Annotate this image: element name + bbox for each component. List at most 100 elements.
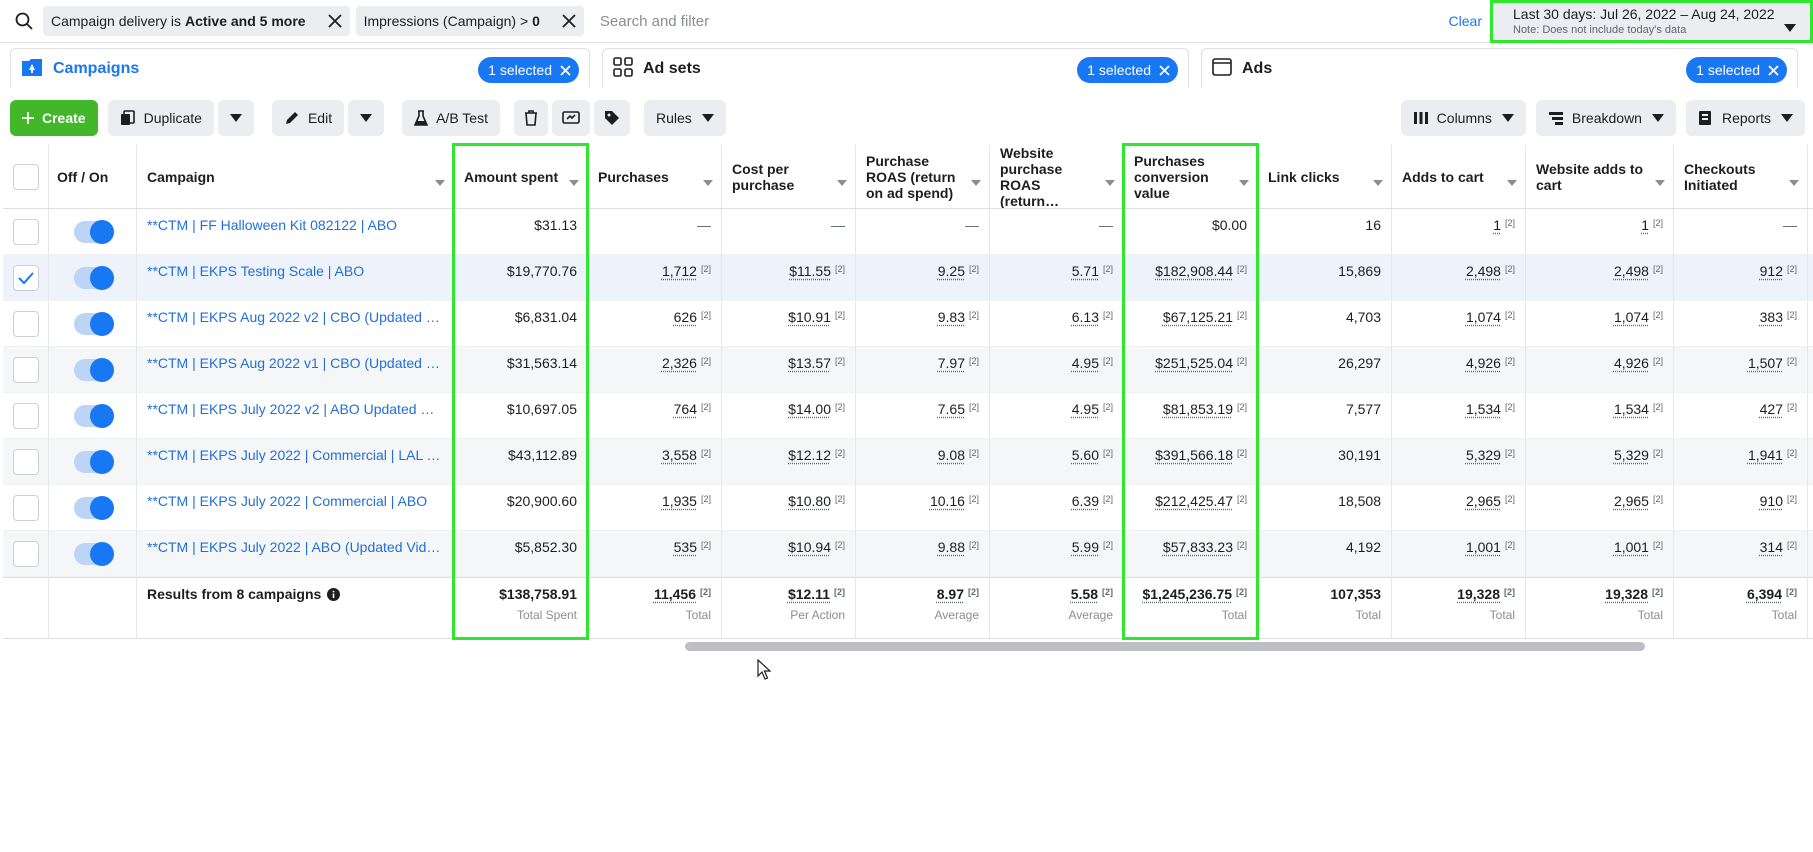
info-icon[interactable] [327,587,341,601]
table-row[interactable]: **CTM | EKPS July 2022 v2 | ABO Updated … [3,393,1813,439]
metric-value[interactable]: $12.12 [788,447,831,463]
metric-value[interactable]: 427 [1760,401,1783,417]
close-icon[interactable] [562,14,576,28]
campaign-name-link[interactable]: **CTM | EKPS July 2022 v2 | ABO Updated … [147,401,442,417]
edit-button[interactable]: Edit [271,100,345,136]
row-checkbox[interactable] [12,494,39,521]
metric-value[interactable]: 7.97 [938,355,965,371]
metric-value[interactable]: 9.25 [938,263,965,279]
metric-value[interactable]: $13.57 [788,355,831,371]
table-row[interactable]: **CTM | EKPS July 2022 | ABO (Updated Vi… [3,531,1813,577]
metric-value[interactable]: 4,926 [1614,355,1649,371]
selected-pill[interactable]: 1 selected [478,57,579,83]
metric-value[interactable]: 1 [1493,217,1501,233]
ab-test-button[interactable]: A/B Test [402,100,500,136]
campaign-name-link[interactable]: **CTM | EKPS July 2022 | ABO (Updated Vi… [147,539,442,555]
metric-value[interactable]: 1,001 [1614,539,1649,555]
row-checkbox[interactable] [12,264,39,291]
campaign-toggle[interactable] [73,495,114,520]
metric-value[interactable]: 9.83 [938,309,965,325]
campaign-name-link[interactable]: **CTM | EKPS Aug 2022 v1 | CBO (Updated … [147,355,442,371]
rules-button[interactable]: Rules [643,100,726,136]
duplicate-menu-button[interactable] [217,100,254,136]
tab-ads[interactable]: Ads 1 selected [1201,48,1798,88]
metric-value[interactable]: $391,566.18 [1155,447,1233,463]
row-checkbox[interactable] [12,356,39,383]
metric-value[interactable]: 5.99 [1072,539,1099,555]
breakdown-button[interactable]: Breakdown [1535,100,1676,136]
metric-value[interactable]: 2,326 [662,355,697,371]
close-icon[interactable] [1159,64,1170,76]
campaign-toggle[interactable] [73,449,114,474]
create-button[interactable]: Create [10,100,98,136]
campaign-name-link[interactable]: **CTM | EKPS Aug 2022 v2 | CBO (Updated … [147,309,442,325]
row-checkbox[interactable] [12,402,39,429]
header-campaign[interactable]: Campaign [137,145,454,208]
duplicate-button[interactable]: Duplicate [107,100,214,136]
edit-menu-button[interactable] [348,100,385,136]
metric-value[interactable]: 3,558 [662,447,697,463]
tab-campaigns[interactable]: Campaigns 1 selected [10,48,590,88]
metric-value[interactable]: 4,926 [1466,355,1501,371]
row-checkbox[interactable] [12,310,39,337]
total-value[interactable]: 8.97 [937,586,964,602]
metric-value[interactable]: 2,498 [1466,263,1501,279]
row-checkbox[interactable] [12,448,39,475]
metric-value[interactable]: 314 [1760,539,1783,555]
table-row[interactable]: **CTM | EKPS July 2022 | Commercial | AB… [3,485,1813,531]
clear-filters-link[interactable]: Clear [1449,13,1482,29]
header-column[interactable]: Purchases conversion value [1124,145,1258,208]
horizontal-scrollbar[interactable] [685,642,1645,651]
metric-value[interactable]: 1,534 [1466,401,1501,417]
metric-value[interactable]: $11.55 [789,263,831,279]
close-icon[interactable] [560,64,571,76]
close-icon[interactable] [1768,64,1779,76]
metric-value[interactable]: 5.71 [1072,263,1099,279]
metric-value[interactable]: 764 [674,401,697,417]
metric-value[interactable]: 383 [1760,309,1783,325]
metric-value[interactable]: 5.60 [1072,447,1099,463]
total-value[interactable]: 19,328 [1457,586,1500,602]
table-row[interactable]: **CTM | FF Halloween Kit 082122 | ABO $31… [3,209,1813,255]
header-column[interactable]: Website purchase ROAS (return… [990,145,1124,208]
metric-value[interactable]: 1,507 [1748,355,1783,371]
campaign-toggle[interactable] [73,265,114,290]
filter-chip-delivery[interactable]: Campaign delivery is Active and 5 more [43,6,350,36]
metric-value[interactable]: 4.95 [1072,401,1099,417]
metric-value[interactable]: 1,074 [1614,309,1649,325]
metric-value[interactable]: 1,001 [1466,539,1501,555]
metric-value[interactable]: $212,425.47 [1155,493,1233,509]
header-column[interactable]: Adds to cart [1392,145,1526,208]
metric-value[interactable]: 9.08 [938,447,965,463]
total-value[interactable]: 19,328 [1605,586,1648,602]
metric-value[interactable]: 1,935 [662,493,697,509]
header-column[interactable]: Amount spent [454,145,588,208]
metric-value[interactable]: $182,908.44 [1155,263,1233,279]
metric-value[interactable]: $81,853.19 [1163,401,1233,417]
metric-value[interactable]: 9.88 [938,539,965,555]
tag-button[interactable] [593,100,630,136]
metric-value[interactable]: 6.13 [1072,309,1099,325]
metric-value[interactable]: 626 [674,309,697,325]
table-row[interactable]: **CTM | EKPS July 2022 | Commercial | LA… [3,439,1813,485]
search-filter-input[interactable] [589,12,1449,30]
metric-value[interactable]: 5,329 [1466,447,1501,463]
header-column[interactable]: Purchases [588,145,722,208]
campaign-toggle[interactable] [73,357,114,382]
selected-pill[interactable]: 1 selected [1077,57,1178,83]
metric-value[interactable]: 2,498 [1614,263,1649,279]
table-row[interactable]: **CTM | EKPS Aug 2022 v2 | CBO (Updated … [3,301,1813,347]
metric-value[interactable]: 912 [1760,263,1783,279]
campaign-name-link[interactable]: **CTM | FF Halloween Kit 082122 | ABO [147,217,397,233]
metric-value[interactable]: $10.94 [788,539,831,555]
metric-value[interactable]: 2,965 [1466,493,1501,509]
filter-chip-impressions[interactable]: Impressions (Campaign) > 0 [355,6,584,36]
total-value[interactable]: $1,245,236.75 [1142,586,1232,602]
metric-value[interactable]: 1,941 [1748,447,1783,463]
header-column[interactable]: Website adds to cart [1526,145,1674,208]
metric-value[interactable]: 4.95 [1072,355,1099,371]
columns-button[interactable]: Columns [1400,100,1526,136]
metric-value[interactable]: 1,534 [1614,401,1649,417]
metric-value[interactable]: 1 [1641,217,1649,233]
row-checkbox[interactable] [12,218,39,245]
